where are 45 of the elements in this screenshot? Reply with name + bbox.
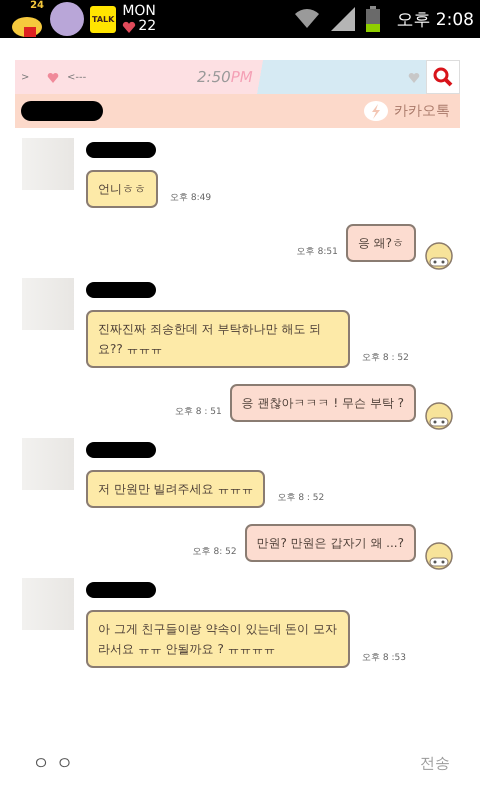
redaction-mark [86,142,156,158]
message-input[interactable]: ㅇ ㅇ [30,752,404,774]
search-icon [433,67,453,87]
message-bubble: 만원? 만원은 갑자기 왜 ...? [244,524,416,562]
arrow-text: <--- [67,72,88,82]
heart-icon [122,20,136,32]
notification-count: 24 [30,1,44,11]
header-clock: 2:50PM [197,68,254,86]
message-time: 오후 8: 52 [192,546,237,559]
redaction-mark [86,282,156,298]
character-icon [424,402,454,430]
message-bubble: 진짜진짜 죄송한데 저 부탁하나만 해도 되요?? ㅠㅠㅠ [86,310,350,368]
heart-count: 22 [138,19,156,34]
send-button[interactable]: 전송 [414,752,456,774]
day-label: MON [122,4,156,19]
avatar[interactable] [22,438,74,490]
signal-icon [330,6,356,32]
message-bubble: 응 괜찮아ㅋㅋㅋ ! 무슨 부탁 ? [230,384,416,422]
message-time: 오후 8 :53 [362,652,406,665]
battery-icon [366,6,380,32]
avatar[interactable] [22,278,74,330]
search-button[interactable] [426,60,460,94]
character-icon [424,242,454,270]
back-arrow[interactable]: > [21,72,47,82]
avatar[interactable] [22,138,74,190]
message-time: 오후 8 : 52 [362,352,409,365]
redaction-mark [86,442,156,458]
app-name: 카카오톡 [394,102,450,120]
message-bubble: 아 그게 친구들이랑 약속이 있는데 돈이 모자라서요 ㅠㅠ 안될까요 ? ㅠㅠㅠㅠ [86,610,350,668]
lightning-icon [364,101,388,121]
character-icon [424,542,454,570]
chat-app-icon: TALK [90,6,116,32]
message-time: 오후 8:51 [296,246,338,259]
heart-icon [408,72,420,82]
message-bubble: 언니ㅎㅎ [86,170,158,208]
clock-time: 오후 2:08 [396,8,474,30]
redaction-mark [86,582,156,598]
message-time: 오후 8:49 [170,192,212,205]
message-time: 오후 8 : 52 [277,492,324,505]
message-bubble: 응 왜?ㅎ [346,224,416,262]
avatar[interactable] [22,578,74,630]
message-bubble: 저 만원만 빌려주세요 ㅠㅠㅠ [86,470,266,508]
heart-icon [47,72,59,82]
message-time: 오후 8 : 51 [174,406,222,419]
profile-avatar [50,2,84,36]
